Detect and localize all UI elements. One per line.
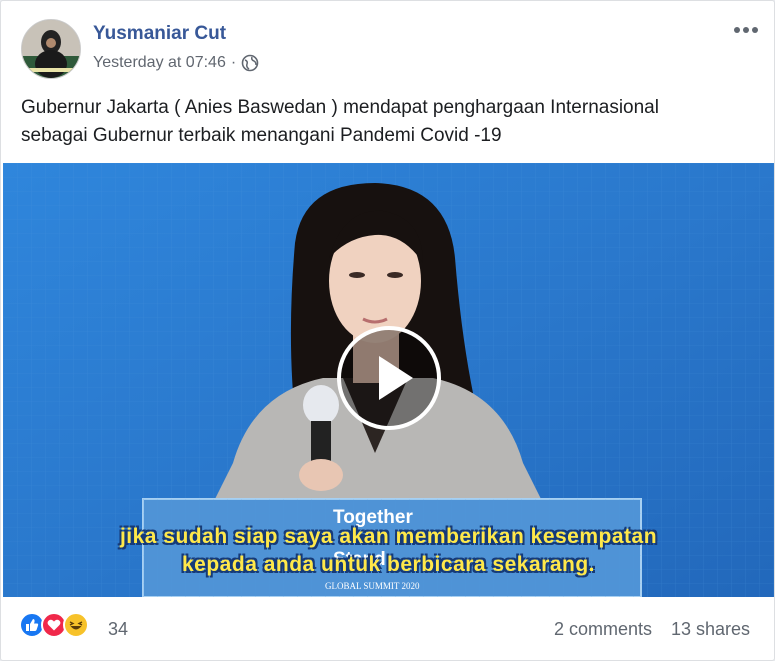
video-player[interactable]: Together Stand GLOBAL SUMMIT 2020 jika s… [3,163,774,597]
post-stats-bar: 34 2 comments 13 shares [1,599,774,661]
author-avatar[interactable] [21,19,81,79]
post-card: Yusmaniar Cut Yesterday at 07:46 · Guber… [0,0,775,661]
shares-count-link[interactable]: 13 shares [671,619,750,640]
video-subtitle-line: jika sudah siap saya akan memberikan kes… [119,525,658,548]
post-text: Gubernur Jakarta ( Anies Baswedan ) mend… [21,94,756,150]
video-subtitle-line: kepada anda untuk berbicara sekarang. [182,553,595,576]
post-meta: Yesterday at 07:46 · [93,54,259,72]
meta-separator: · [230,54,237,71]
podium-text-summit: GLOBAL SUMMIT 2020 [325,581,420,591]
comments-count-link[interactable]: 2 comments [554,619,652,640]
author-name[interactable]: Yusmaniar Cut [93,23,226,45]
haha-icon [63,612,89,638]
play-button-icon[interactable] [337,326,441,430]
post-timestamp[interactable]: Yesterday at 07:46 [93,54,226,72]
more-options-icon[interactable] [732,23,760,37]
globe-icon [241,54,259,72]
post-text-line: Gubernur Jakarta ( Anies Baswedan ) mend… [21,97,659,118]
avatar-photo-icon [22,20,80,78]
post-text-line: sebagai Gubernur terbaik menangani Pande… [21,125,502,146]
reaction-count[interactable]: 34 [108,619,128,640]
reaction-icons[interactable] [19,612,89,638]
